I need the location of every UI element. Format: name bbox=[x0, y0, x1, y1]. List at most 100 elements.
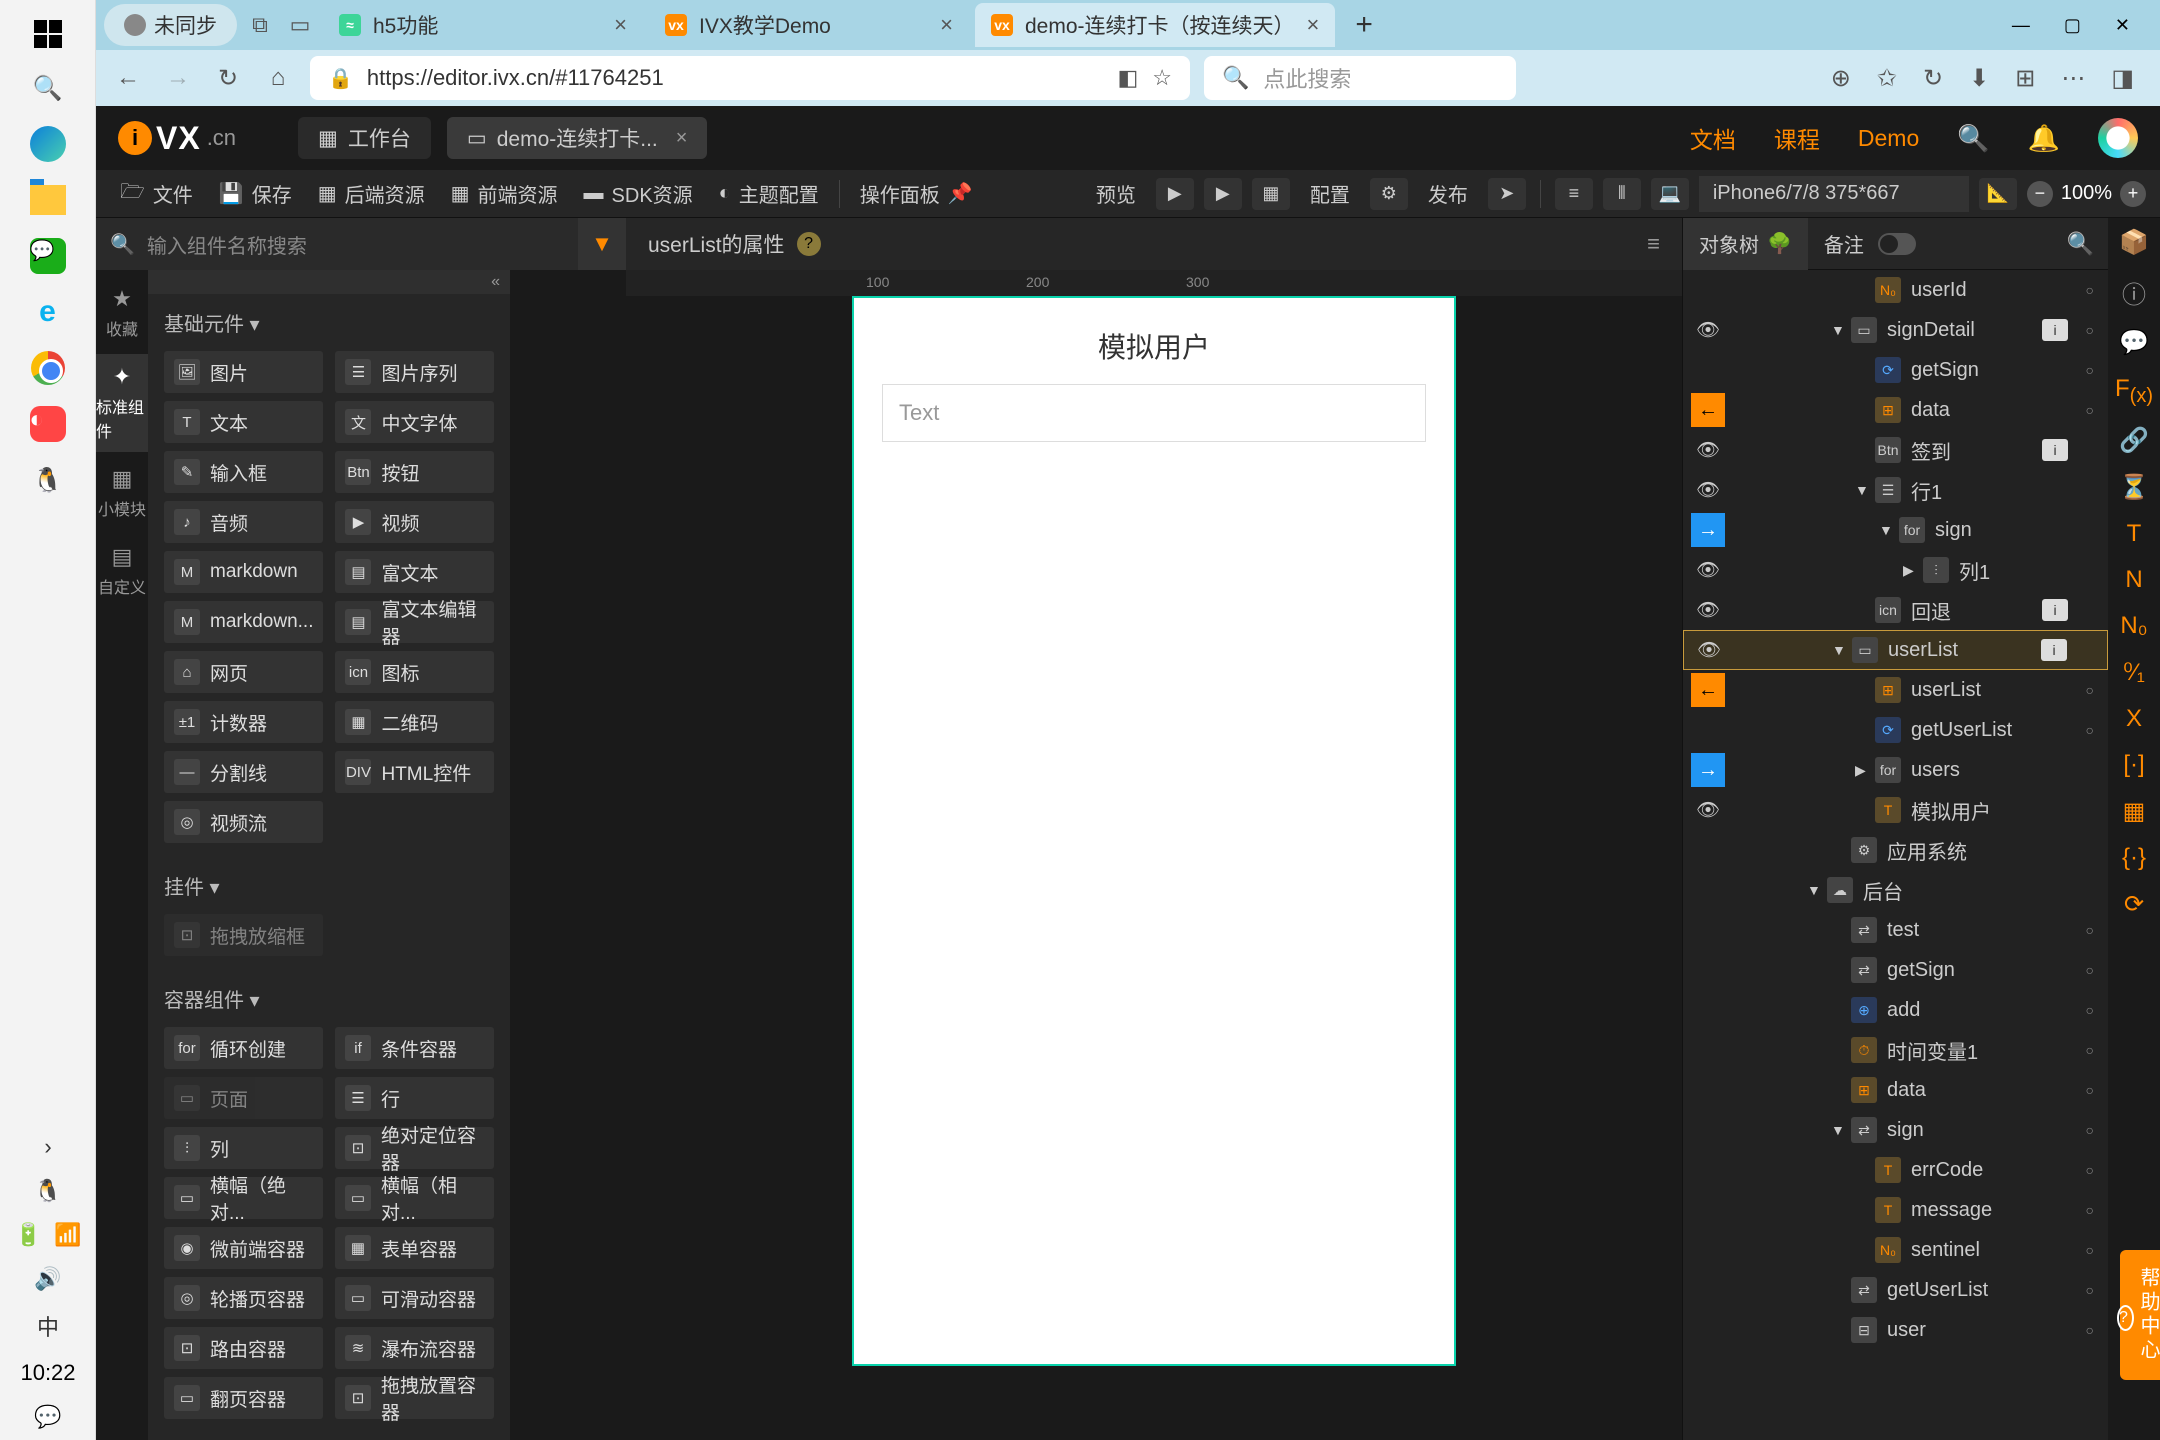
tree-item-getUserList[interactable]: ⇄getUserList○ bbox=[1683, 1270, 2108, 1310]
info-icon[interactable]: ⓘ bbox=[2122, 275, 2146, 310]
frontend-menu[interactable]: ▦前端资源 bbox=[441, 179, 568, 208]
browser-tab-1[interactable]: ≈ h5功能 × bbox=[323, 3, 643, 47]
component-输入框[interactable]: ✎输入框 bbox=[164, 451, 323, 493]
tree-item-userList[interactable]: 👁▼▭userListi bbox=[1683, 630, 2108, 670]
component-绝对定位容器[interactable]: ⊡绝对定位容器 bbox=[335, 1127, 494, 1169]
sdk-menu[interactable]: ▬SDK资源 bbox=[574, 179, 703, 208]
options-icon[interactable]: ○ bbox=[2086, 1162, 2094, 1178]
play-button[interactable]: ▶ bbox=[1156, 178, 1194, 210]
tree-tab-objects[interactable]: 对象树 🌳 bbox=[1683, 218, 1808, 270]
vertical-tabs-icon[interactable]: ▭ bbox=[283, 8, 317, 42]
device-select[interactable]: iPhone6/7/8 375*667 bbox=[1699, 176, 1969, 212]
battery-icon[interactable]: 🔋 bbox=[15, 1222, 42, 1248]
settings-button[interactable]: ⚙ bbox=[1370, 178, 1408, 210]
ime-icon[interactable]: 中 bbox=[37, 1310, 59, 1342]
number-icon[interactable]: N bbox=[2125, 566, 2142, 594]
component-二维码[interactable]: ▦二维码 bbox=[335, 701, 494, 743]
caret-icon[interactable]: ▼ bbox=[1879, 522, 1899, 538]
component-横幅（相对...[interactable]: ▭横幅（相对... bbox=[335, 1177, 494, 1219]
workspaces-icon[interactable]: ⧉ bbox=[243, 8, 277, 42]
component-微前端容器[interactable]: ◉微前端容器 bbox=[164, 1227, 323, 1269]
component-行[interactable]: ☰行 bbox=[335, 1077, 494, 1119]
explorer-icon[interactable] bbox=[26, 178, 70, 222]
component-中文字体[interactable]: 文中文字体 bbox=[335, 401, 494, 443]
rail-item-0[interactable]: ★收藏 bbox=[96, 276, 148, 350]
search-icon[interactable]: 🔍 bbox=[1957, 123, 1989, 154]
back-button[interactable]: ← bbox=[110, 60, 146, 96]
favorite-icon[interactable]: ☆ bbox=[1152, 65, 1172, 91]
options-icon[interactable]: ○ bbox=[2086, 722, 2094, 738]
tree-item-行1[interactable]: 👁▼☰行1 bbox=[1683, 470, 2108, 510]
play-alt-button[interactable]: ▶ bbox=[1204, 178, 1242, 210]
demo-link[interactable]: Demo bbox=[1858, 125, 1919, 152]
tree-item-sign[interactable]: ▼⇄sign○ bbox=[1683, 1110, 2108, 1150]
start-button[interactable] bbox=[34, 20, 62, 48]
panel-menu[interactable]: 操作面板📌 bbox=[850, 179, 983, 208]
options-icon[interactable]: ○ bbox=[2086, 1322, 2094, 1338]
tree-item-signDetail[interactable]: 👁▼▭signDetaili○ bbox=[1683, 310, 2108, 350]
volume-icon[interactable]: 🔊 bbox=[34, 1266, 61, 1292]
component-文本[interactable]: T文本 bbox=[164, 401, 323, 443]
tree-item-sentinel[interactable]: N₀sentinel○ bbox=[1683, 1230, 2108, 1270]
tree-item-签到[interactable]: 👁Btn签到i bbox=[1683, 430, 2108, 470]
component-HTML控件[interactable]: DIVHTML控件 bbox=[335, 751, 494, 793]
component-视频流[interactable]: ◎视频流 bbox=[164, 801, 323, 843]
caret-icon[interactable]: ▼ bbox=[1832, 642, 1852, 658]
component-图片[interactable]: 🖼图片 bbox=[164, 351, 323, 393]
component-计数器[interactable]: ±1计数器 bbox=[164, 701, 323, 743]
array-icon[interactable]: [·] bbox=[2123, 751, 2144, 779]
document-tab[interactable]: ▭ demo-连续打卡... × bbox=[447, 117, 708, 159]
course-link[interactable]: 课程 bbox=[1774, 121, 1820, 155]
notifications-icon[interactable]: 💬 bbox=[34, 1404, 61, 1430]
tree-item-data[interactable]: ⊞data○ bbox=[1683, 1070, 2108, 1110]
close-icon[interactable]: × bbox=[1307, 12, 1320, 38]
loop-icon[interactable]: ⟳ bbox=[2124, 890, 2144, 919]
caret-icon[interactable]: ▶ bbox=[1855, 762, 1875, 779]
chat-icon[interactable]: 💬 bbox=[2119, 328, 2149, 357]
tree-tab-notes[interactable]: 备注 bbox=[1808, 218, 1932, 270]
visibility-icon[interactable]: 👁 bbox=[1683, 598, 1733, 622]
browser-tab-2[interactable]: vx IVX教学Demo × bbox=[649, 3, 969, 47]
component-富文本[interactable]: ▤富文本 bbox=[335, 551, 494, 593]
menu-icon[interactable]: ⋯ bbox=[2061, 64, 2085, 93]
component-路由容器[interactable]: ⊡路由容器 bbox=[164, 1327, 323, 1369]
component-条件容器[interactable]: if条件容器 bbox=[335, 1027, 494, 1069]
help-icon[interactable]: ? bbox=[797, 232, 821, 256]
caret-icon[interactable]: ▼ bbox=[1807, 882, 1827, 898]
caret-icon[interactable]: ▶ bbox=[1903, 562, 1923, 579]
braces-icon[interactable]: {·} bbox=[2122, 844, 2146, 872]
wifi-icon[interactable]: 📶 bbox=[54, 1222, 81, 1248]
caret-icon[interactable]: ▼ bbox=[1831, 322, 1851, 338]
tree-item-getUserList[interactable]: ⟳getUserList○ bbox=[1683, 710, 2108, 750]
clock[interactable]: 10:22 bbox=[20, 1360, 75, 1386]
options-icon[interactable]: ○ bbox=[2086, 1242, 2094, 1258]
maximize-button[interactable]: ▢ bbox=[2064, 15, 2081, 36]
backend-menu[interactable]: ▦后端资源 bbox=[308, 179, 435, 208]
reader-icon[interactable]: ◧ bbox=[1117, 65, 1138, 91]
extensions-icon[interactable]: ⊕ bbox=[1831, 64, 1851, 93]
theme-menu[interactable]: ◐主题配置 bbox=[709, 179, 829, 208]
caret-icon[interactable]: ▼ bbox=[1855, 482, 1875, 498]
component-拖拽放置容器[interactable]: ⊡拖拽放置容器 bbox=[335, 1377, 494, 1419]
minimize-button[interactable]: — bbox=[2012, 15, 2030, 36]
tree-item-users[interactable]: →▶forusers bbox=[1683, 750, 2108, 790]
options-icon[interactable]: ○ bbox=[2086, 1282, 2094, 1298]
options-icon[interactable]: ○ bbox=[2086, 962, 2094, 978]
info-badge-icon[interactable]: i bbox=[2042, 599, 2068, 621]
save-button[interactable]: 💾保存 bbox=[209, 179, 302, 208]
close-icon[interactable]: × bbox=[676, 127, 688, 150]
text-input[interactable]: Text bbox=[882, 384, 1426, 442]
var-icon[interactable]: X bbox=[2126, 705, 2142, 733]
options-icon[interactable]: ○ bbox=[2086, 282, 2094, 298]
file-menu[interactable]: 🗁文件 bbox=[110, 177, 203, 211]
tree-item-sign[interactable]: →▼forsign bbox=[1683, 510, 2108, 550]
collections-icon[interactable]: ⊞ bbox=[2015, 64, 2035, 93]
grid-icon[interactable]: ▦ bbox=[2123, 797, 2146, 826]
options-icon[interactable]: ○ bbox=[2086, 682, 2094, 698]
tree-item-userId[interactable]: N₀userId○ bbox=[1683, 270, 2108, 310]
logo[interactable]: i VX .cn bbox=[118, 120, 236, 157]
component-图标[interactable]: icn图标 bbox=[335, 651, 494, 693]
component-音频[interactable]: ♪音频 bbox=[164, 501, 323, 543]
section-container[interactable]: 容器组件 ▾ bbox=[164, 984, 494, 1013]
user-avatar[interactable] bbox=[2098, 118, 2138, 158]
